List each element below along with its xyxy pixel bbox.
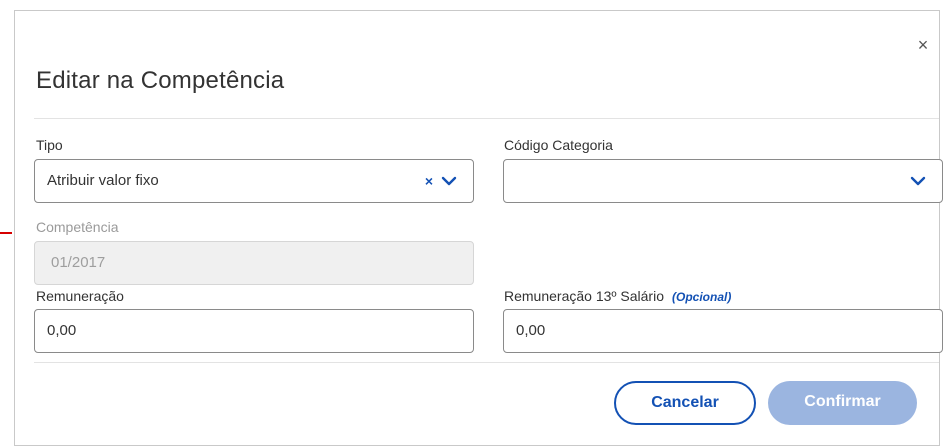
codigo-categoria-select[interactable] xyxy=(503,159,943,203)
close-icon[interactable]: × xyxy=(913,35,933,55)
optional-tag: (Opcional) xyxy=(671,290,732,304)
remuneracao-13-label: Remuneração 13º Salário (Opcional) xyxy=(504,288,731,304)
remuneracao-13-input[interactable]: 0,00 xyxy=(503,309,943,353)
remuneracao-label: Remuneração xyxy=(36,288,124,304)
remuneracao-13-label-text: Remuneração 13º Salário xyxy=(504,288,664,304)
chevron-down-icon[interactable] xyxy=(441,173,457,189)
competencia-value: 01/2017 xyxy=(51,254,106,271)
competencia-label: Competência xyxy=(36,219,119,235)
header-divider xyxy=(34,118,939,119)
cancel-button[interactable]: Cancelar xyxy=(614,381,756,425)
footer-divider xyxy=(34,362,939,363)
tipo-label: Tipo xyxy=(36,137,63,153)
remuneracao-input[interactable]: 0,00 xyxy=(34,309,474,353)
codigo-categoria-label: Código Categoria xyxy=(504,137,613,153)
edit-dialog: × Editar na Competência Tipo Atribuir va… xyxy=(14,10,943,446)
remuneracao-13-value: 0,00 xyxy=(516,322,546,339)
competencia-field: 01/2017 xyxy=(34,241,474,285)
tipo-value: Atribuir valor fixo xyxy=(47,172,159,189)
remuneracao-value: 0,00 xyxy=(47,322,77,339)
clear-icon[interactable]: × xyxy=(425,169,433,193)
confirm-button[interactable]: Confirmar xyxy=(768,381,917,425)
dialog-title: Editar na Competência xyxy=(36,67,285,94)
chevron-down-icon[interactable] xyxy=(910,173,926,189)
tipo-select[interactable]: Atribuir valor fixo × xyxy=(34,159,474,203)
annotation-marker xyxy=(0,232,12,234)
